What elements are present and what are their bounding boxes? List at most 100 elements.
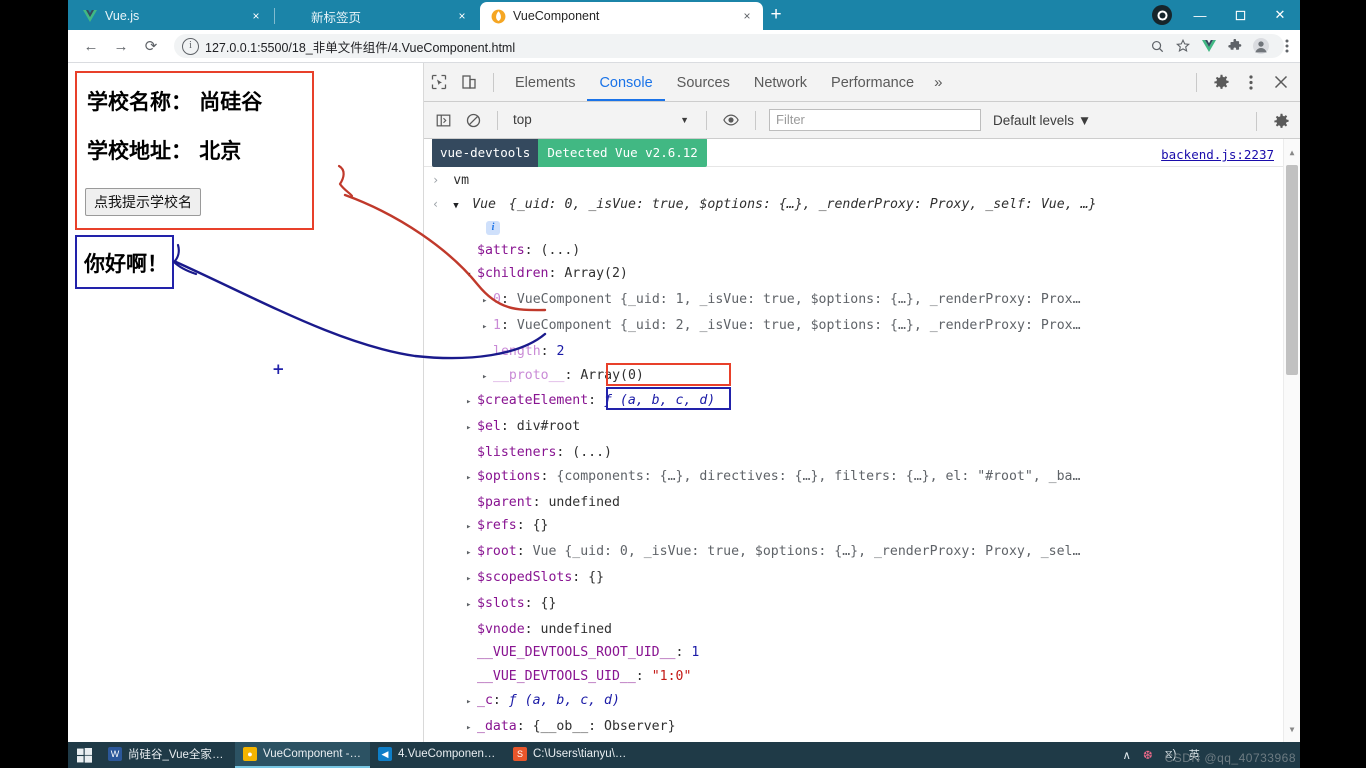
profile-badge-icon[interactable] — [1152, 5, 1172, 25]
tab-close-icon[interactable]: × — [737, 9, 757, 23]
expand-triangle-right-icon[interactable]: ▸ — [466, 568, 477, 592]
taskbar-item-label: 尚硅谷_Vue全家桶.d... — [128, 749, 227, 761]
zoom-icon[interactable] — [1144, 33, 1170, 59]
object-property-row[interactable]: $attrs: (...) — [424, 239, 1300, 263]
tab-close-icon[interactable]: × — [452, 9, 472, 23]
object-property-row[interactable]: $listeners: (...) — [424, 441, 1300, 465]
expand-triangle-right-icon[interactable]: ▸ — [466, 516, 477, 540]
scroll-down-arrow-icon[interactable]: ▼ — [1284, 722, 1300, 738]
js-context-select[interactable]: top ▼ — [507, 109, 697, 131]
expand-triangle-right-icon[interactable]: ▸ — [482, 366, 493, 390]
expand-triangle-right-icon[interactable]: ▸ — [466, 542, 477, 566]
object-property-row[interactable]: ▸ _c: ƒ (a, b, c, d) — [424, 689, 1300, 715]
object-property-row[interactable]: ▸ 0: VueComponent {_uid: 1, _isVue: true,… — [424, 288, 1300, 314]
scrollbar-thumb[interactable] — [1286, 165, 1298, 375]
device-toolbar-icon[interactable] — [454, 68, 484, 96]
maximize-button[interactable] — [1220, 0, 1260, 30]
object-property-row[interactable]: ▸ $scopedSlots: {} — [424, 566, 1300, 592]
log-levels-select[interactable]: Default levels ▼ — [993, 113, 1091, 128]
property-value: ƒ (a, b, c, d) — [604, 393, 716, 409]
expand-triangle-right-icon[interactable]: ▸ — [466, 467, 477, 491]
object-property-row[interactable]: ▸ $el: div#root — [424, 415, 1300, 441]
expand-triangle-down-icon[interactable]: ▼ — [453, 195, 464, 219]
live-expression-eye-icon[interactable] — [716, 106, 746, 134]
tab-console[interactable]: Console — [587, 64, 665, 101]
gear-icon[interactable] — [1206, 68, 1236, 96]
expand-triangle-right-icon[interactable]: ▸ — [482, 290, 493, 314]
property-key: __VUE_DEVTOOLS_ROOT_UID__ — [477, 645, 676, 661]
minimize-button[interactable]: — — [1180, 0, 1220, 30]
toolbar-divider — [493, 72, 494, 92]
expand-triangle-right-icon[interactable]: ▸ — [466, 417, 477, 441]
chrome-menu-icon[interactable] — [1274, 33, 1300, 59]
scroll-up-arrow-icon[interactable]: ▲ — [1284, 145, 1300, 161]
console-scrollbar[interactable]: ▲ ▼ — [1283, 139, 1300, 742]
new-tab-button[interactable]: + — [765, 5, 787, 27]
object-property-row[interactable]: __VUE_DEVTOOLS_UID__: "1:0" — [424, 665, 1300, 689]
clear-console-icon[interactable] — [458, 106, 488, 134]
console-settings-gear-icon[interactable] — [1266, 107, 1296, 135]
tab-network[interactable]: Network — [742, 64, 819, 101]
source-link[interactable]: backend.js:2237 — [1161, 143, 1274, 167]
bookmark-star-icon[interactable] — [1170, 33, 1196, 59]
property-key: $root — [477, 544, 517, 560]
more-tabs-icon[interactable]: » — [926, 74, 950, 91]
expand-triangle-right-icon[interactable]: ▸ — [466, 717, 477, 741]
object-property-row[interactable]: ▸ $slots: {} — [424, 592, 1300, 618]
console-input-line[interactable]: › vm — [424, 167, 1300, 193]
show-school-name-button[interactable]: 点我提示学校名 — [85, 188, 201, 216]
expand-triangle-right-icon[interactable]: ▸ — [482, 316, 493, 340]
windows-start-icon[interactable] — [68, 742, 100, 768]
expand-triangle-down-icon[interactable]: ▾ — [466, 264, 477, 288]
browser-tab-2[interactable]: VueComponent × — [480, 2, 763, 30]
profile-avatar-icon[interactable] — [1248, 33, 1274, 59]
info-badge-icon[interactable]: i — [485, 220, 500, 235]
site-info-icon[interactable]: i — [182, 37, 199, 55]
tab-sources[interactable]: Sources — [665, 64, 742, 101]
object-property-row[interactable]: length: 2 — [424, 340, 1300, 364]
vue-devtools-extension-icon[interactable] — [1196, 33, 1222, 59]
property-separator: : — [540, 468, 557, 484]
object-property-row[interactable]: ▾ $children: Array(2) — [424, 262, 1300, 288]
object-property-row[interactable]: ▸ _data: {__ob__: Observer} — [424, 715, 1300, 741]
taskbar-item[interactable]: ◀ 4.VueComponent.ht... — [370, 742, 505, 768]
forward-button[interactable]: → — [106, 32, 136, 60]
browser-tab-0[interactable]: Vue.js × — [72, 2, 272, 30]
object-property-row[interactable]: __VUE_DEVTOOLS_ROOT_UID__: 1 — [424, 641, 1300, 665]
show-hidden-icons-chevron[interactable]: ∧ — [1117, 748, 1137, 762]
console-filter-input[interactable]: Filter — [769, 109, 981, 131]
object-property-row[interactable]: ▸ __proto__: Array(0) — [424, 364, 1300, 390]
extensions-puzzle-icon[interactable] — [1222, 33, 1248, 59]
inspect-element-icon[interactable] — [424, 68, 454, 96]
console-sidebar-icon[interactable] — [428, 106, 458, 134]
object-property-row[interactable]: ▸ $root: Vue {_uid: 0, _isVue: true, $opt… — [424, 540, 1300, 566]
tab-performance[interactable]: Performance — [819, 64, 926, 101]
tab-close-icon[interactable]: × — [246, 9, 266, 23]
object-property-row[interactable]: ▸ $options: {components: {…}, directives:… — [424, 465, 1300, 491]
tray-app-icon[interactable]: ❆ — [1137, 748, 1159, 762]
taskbar-item[interactable]: ● VueComponent - G... — [235, 742, 370, 768]
taskbar-item[interactable]: S C:\Users\tianyu\Des... — [505, 742, 640, 768]
tab-elements[interactable]: Elements — [503, 64, 587, 101]
property-separator: : — [540, 343, 557, 359]
object-property-row[interactable]: ▸ $refs: {} — [424, 514, 1300, 540]
console-result-header[interactable]: ‹ ▼ Vue {_uid: 0, _isVue: true, $options… — [424, 193, 1300, 219]
object-property-row[interactable]: ▸ $createElement: ƒ (a, b, c, d) — [424, 389, 1300, 415]
object-property-list: $attrs: (...) ▾ $children: Array(2) ▸ 0: Vue… — [424, 239, 1300, 742]
more-vertical-icon[interactable] — [1236, 68, 1266, 96]
taskbar-item-label: 4.VueComponent.ht... — [398, 748, 497, 760]
reload-button[interactable]: ⟳ — [136, 32, 166, 60]
browser-tab-1[interactable]: 新标签页 × — [278, 2, 478, 30]
expand-triangle-right-icon[interactable]: ▸ — [466, 391, 477, 415]
taskbar-item[interactable]: W 尚硅谷_Vue全家桶.d... — [100, 742, 235, 768]
close-icon[interactable] — [1266, 68, 1296, 96]
object-property-row[interactable]: $parent: undefined — [424, 491, 1300, 515]
object-property-row[interactable]: $vnode: undefined — [424, 618, 1300, 642]
object-property-row[interactable]: ▸ 1: VueComponent {_uid: 2, _isVue: true,… — [424, 314, 1300, 340]
address-bar[interactable]: i 127.0.0.1:5500/18_非单文件组件/4.VueComponen… — [174, 34, 1284, 58]
expand-triangle-right-icon[interactable]: ▸ — [466, 594, 477, 618]
close-button[interactable]: ✕ — [1260, 0, 1300, 30]
expand-triangle-right-icon[interactable]: ▸ — [466, 691, 477, 715]
toolbar-divider — [1196, 72, 1197, 92]
back-button[interactable]: ← — [76, 32, 106, 60]
